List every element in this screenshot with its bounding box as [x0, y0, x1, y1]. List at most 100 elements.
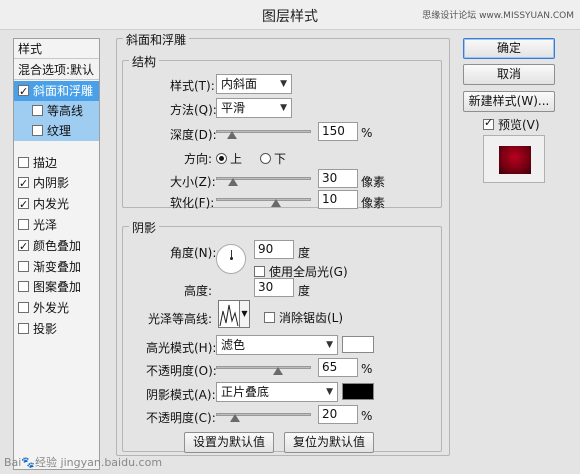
watermark-text: 思缘设计论坛 www.MISSYUAN.COM [422, 11, 574, 21]
shadow-opacity-label: 不透明度(C): [146, 411, 216, 425]
sidebar-item-drop-shadow[interactable]: 投影 [14, 319, 99, 339]
sidebar-item-label: 颜色叠加 [33, 239, 82, 253]
shadow-opacity-input[interactable]: 20 [318, 405, 358, 424]
sidebar-item-label: 纹理 [47, 124, 72, 138]
soften-input[interactable]: 10 [318, 190, 358, 209]
altitude-label: 高度: [184, 284, 213, 298]
altitude-input[interactable]: 30 [254, 278, 294, 297]
soften-label: 软化(F): [170, 196, 215, 210]
sidebar-item-bevel-emboss[interactable]: 斜面和浮雕 [14, 81, 99, 102]
sidebar-item-outer-glow[interactable]: 外发光 [14, 298, 99, 318]
layer-style-dialog: 样式 混合选项:默认 斜面和浮雕 等高线 纹理 描边 内阴影 内发光 光泽 颜色… [0, 30, 580, 474]
sidebar-item-label: 图案叠加 [33, 280, 82, 294]
set-default-button[interactable]: 设置为默认值 [184, 432, 274, 453]
styles-list: 样式 混合选项:默认 斜面和浮雕 等高线 纹理 描边 内阴影 内发光 光泽 颜色… [13, 38, 100, 470]
chevron-down-icon: ▼ [280, 79, 287, 89]
style-select[interactable]: 内斜面 ▼ [216, 74, 292, 94]
soften-slider[interactable] [216, 192, 311, 208]
size-unit: 像素 [361, 175, 386, 189]
checkbox-icon[interactable] [254, 266, 265, 277]
angle-input[interactable]: 90 [254, 240, 294, 259]
highlight-opacity-slider[interactable] [216, 360, 311, 376]
sidebar-item-inner-glow[interactable]: 内发光 [14, 194, 99, 215]
sidebar-item-label: 内阴影 [33, 176, 70, 190]
checkbox-icon[interactable] [18, 302, 29, 313]
gloss-contour-preview[interactable] [218, 300, 240, 328]
depth-slider[interactable] [216, 124, 311, 140]
sidebar-item-satin[interactable]: 光泽 [14, 215, 99, 235]
reset-default-button[interactable]: 复位为默认值 [284, 432, 374, 453]
preview-label: 预览(V) [498, 118, 540, 132]
checkbox-icon[interactable] [483, 116, 494, 130]
shadow-mode-select[interactable]: 正片叠底 ▼ [216, 382, 338, 402]
antialias-checkbox[interactable]: 消除锯齿(L) [264, 309, 343, 326]
chevron-down-icon: ▼ [326, 340, 333, 350]
depth-input[interactable]: 150 [318, 122, 358, 141]
radio-icon[interactable] [216, 153, 227, 164]
preview-checkbox[interactable]: 预览(V) [483, 116, 540, 133]
style-label: 样式(T): [170, 79, 215, 93]
direction-down-label: 下 [274, 152, 287, 166]
ok-button[interactable]: 确定 [463, 38, 555, 59]
checkbox-icon[interactable] [18, 281, 29, 292]
structure-title: 结构 [129, 53, 160, 70]
sidebar-item-label: 斜面和浮雕 [33, 84, 94, 98]
slider-thumb[interactable] [227, 131, 237, 139]
footer-watermark: Bai🐾经验 jingyan.baidu.com [4, 456, 163, 469]
blending-options-item[interactable]: 混合选项:默认 [14, 60, 99, 80]
method-select[interactable]: 平滑 ▼ [216, 98, 292, 118]
size-label: 大小(Z): [170, 175, 216, 189]
cancel-button[interactable]: 取消 [463, 64, 555, 85]
altitude-unit: 度 [298, 284, 311, 298]
angle-center [230, 257, 233, 260]
shading-title: 阴影 [129, 219, 160, 236]
slider-thumb[interactable] [228, 178, 238, 186]
shadow-opacity-unit: % [361, 409, 373, 423]
style-preview [483, 135, 545, 183]
styles-header[interactable]: 样式 [14, 39, 99, 59]
checkbox-icon[interactable] [18, 237, 29, 257]
highlight-mode-value: 滤色 [221, 338, 246, 352]
highlight-color-swatch[interactable] [342, 336, 374, 353]
radio-icon[interactable] [260, 153, 271, 164]
global-light-label: 使用全局光(G) [269, 265, 348, 279]
checkbox-icon[interactable] [18, 219, 29, 230]
direction-down-radio[interactable]: 下 [260, 150, 286, 167]
style-select-value: 内斜面 [221, 77, 258, 91]
highlight-opacity-label: 不透明度(O): [146, 364, 217, 378]
gloss-contour-dropdown[interactable]: ▼ [240, 300, 250, 328]
sidebar-item-inner-shadow[interactable]: 内阴影 [14, 173, 99, 194]
slider-thumb[interactable] [230, 414, 240, 422]
direction-label: 方向: [184, 152, 213, 166]
checkbox-icon[interactable] [18, 195, 29, 215]
method-label: 方法(Q): [170, 103, 217, 117]
slider-thumb[interactable] [273, 367, 283, 375]
sidebar-item-contour[interactable]: 等高线 [14, 101, 99, 121]
contour-curve-icon [219, 304, 239, 327]
size-input[interactable]: 30 [318, 169, 358, 188]
sidebar-item-gradient-overlay[interactable]: 渐变叠加 [14, 257, 99, 277]
shadow-color-swatch[interactable] [342, 383, 374, 400]
sidebar-item-stroke[interactable]: 描边 [14, 153, 99, 173]
checkbox-icon[interactable] [18, 261, 29, 272]
highlight-mode-select[interactable]: 滤色 ▼ [216, 335, 338, 355]
direction-up-radio[interactable]: 上 [216, 150, 242, 167]
slider-thumb[interactable] [271, 199, 281, 207]
sidebar-item-color-overlay[interactable]: 颜色叠加 [14, 236, 99, 257]
sidebar-item-texture[interactable]: 纹理 [14, 121, 99, 141]
checkbox-icon[interactable] [32, 105, 43, 116]
highlight-mode-label: 高光模式(H): [146, 341, 217, 355]
checkbox-icon[interactable] [18, 82, 29, 102]
size-slider[interactable] [216, 171, 311, 187]
new-style-button[interactable]: 新建样式(W)... [463, 91, 555, 112]
checkbox-icon[interactable] [18, 174, 29, 194]
checkbox-icon[interactable] [32, 125, 43, 136]
sidebar-item-pattern-overlay[interactable]: 图案叠加 [14, 277, 99, 297]
highlight-opacity-input[interactable]: 65 [318, 358, 358, 377]
angle-dial[interactable] [216, 244, 246, 274]
checkbox-icon[interactable] [264, 312, 275, 323]
checkbox-icon[interactable] [18, 323, 29, 334]
shadow-opacity-slider[interactable] [216, 407, 311, 423]
soften-unit: 像素 [361, 196, 386, 210]
checkbox-icon[interactable] [18, 157, 29, 168]
